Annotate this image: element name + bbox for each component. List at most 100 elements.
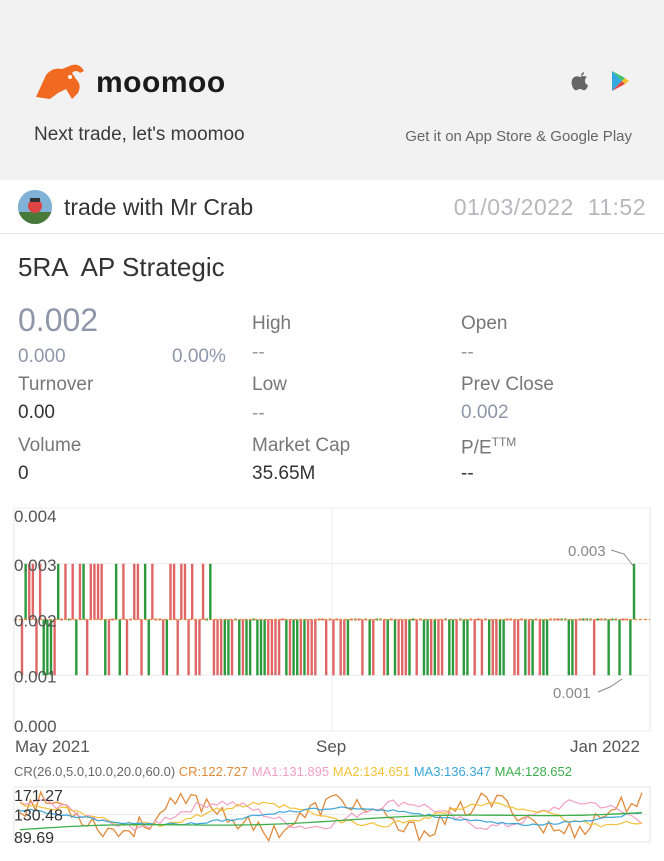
candle (592, 619, 596, 676)
stock-title[interactable]: 5RA AP Strategic (18, 252, 225, 283)
candle (567, 619, 571, 676)
candle (372, 619, 375, 676)
candle (209, 563, 212, 620)
candle (227, 619, 230, 676)
candle (473, 619, 476, 676)
candle (274, 619, 277, 676)
candle (426, 619, 429, 676)
open-label: Open (461, 313, 508, 334)
candle (122, 563, 125, 620)
y-tick-label: 0.004 (14, 507, 57, 526)
candle (230, 619, 234, 676)
candle (104, 619, 107, 676)
store-text[interactable]: Get it on App Store & Google Play (405, 128, 632, 145)
logo-text: moomoo (96, 66, 226, 99)
chart-area[interactable]: 0.004 0.003 0.002 0.001 0.000 May 2021 Sep Jan … (0, 505, 664, 861)
candle (618, 619, 621, 676)
candle (223, 619, 226, 676)
candle (314, 619, 317, 676)
price-chart[interactable]: 0.004 0.003 0.002 0.001 0.000May 2021 Sep Jan … (0, 505, 664, 861)
candle (259, 619, 263, 676)
candle (448, 619, 451, 676)
candle (502, 619, 505, 676)
legend-ma1: MA1:131.895 (252, 764, 333, 779)
candle (288, 619, 292, 676)
author-name[interactable]: trade with Mr Crab (64, 194, 253, 221)
high-value: -- (252, 342, 265, 363)
candle (632, 563, 636, 620)
high-label: High (252, 313, 292, 334)
indicator-y-tick: 130.48 (14, 808, 63, 825)
candle (263, 619, 266, 676)
y-tick-label: 0.002 (14, 612, 57, 631)
open-value: -- (461, 342, 474, 363)
candle (440, 619, 444, 676)
app-promo-banner[interactable]: moomoo Next trade, let's moomoo Get it o… (0, 0, 664, 180)
candle (256, 619, 259, 676)
low-label: Low (252, 374, 287, 395)
candle (339, 619, 342, 676)
candle (292, 619, 295, 676)
turnover-value: 0.00 (18, 402, 55, 423)
max-price-label: 0.003 (568, 543, 606, 560)
candle (324, 619, 328, 676)
candle (241, 619, 245, 676)
candle (415, 619, 418, 676)
indicator-legend: CR(26.0,5.0,10.0,20.0,60.0) CR:122.727 M… (14, 764, 572, 779)
candle (433, 619, 437, 676)
candle (285, 619, 288, 676)
pe-label: P/ETTM (461, 435, 516, 459)
candle (571, 619, 574, 676)
candle (136, 563, 140, 620)
prev-close-label: Prev Close (461, 374, 554, 395)
indicator-name: CR(26.0,5.0,10.0,20.0,60.0) (14, 764, 179, 779)
candle (422, 619, 426, 676)
candle (212, 619, 216, 676)
candle (498, 619, 502, 676)
candle (277, 619, 281, 676)
pe-label-text: P/E (461, 437, 492, 459)
candle (118, 619, 121, 676)
candle (513, 619, 516, 676)
candle (542, 619, 545, 676)
legend-cr: CR:122.727 (179, 764, 252, 779)
pe-value: -- (461, 463, 474, 484)
apple-icon[interactable] (570, 70, 590, 92)
candle (270, 619, 274, 676)
candle (82, 563, 85, 620)
min-price-label: 0.001 (553, 685, 591, 702)
candle (85, 619, 89, 676)
candle (143, 563, 147, 620)
avatar[interactable] (18, 190, 52, 224)
candle (162, 619, 165, 676)
google-play-icon[interactable] (610, 70, 630, 92)
candle (386, 619, 389, 676)
candle (201, 563, 205, 620)
candle (516, 619, 520, 676)
moomoo-logo: moomoo (32, 62, 226, 104)
market-cap-value: 35.65M (252, 463, 316, 484)
store-icons (570, 70, 630, 92)
candle (75, 619, 78, 676)
candle (303, 619, 306, 676)
candle (480, 619, 484, 676)
candle (527, 619, 531, 676)
candle (629, 619, 632, 676)
legend-ma3: MA3:136.347 (414, 764, 495, 779)
candle (180, 563, 183, 620)
candle (183, 563, 187, 620)
candle (393, 619, 397, 676)
candle (397, 619, 400, 676)
candle (133, 563, 136, 620)
x-tick-label: Jan 2022 (570, 737, 640, 756)
candle (437, 619, 440, 676)
candle (176, 619, 179, 676)
stock-code: 5RA (18, 252, 69, 282)
candle (491, 619, 494, 676)
candle (172, 563, 176, 620)
legend-ma2: MA2:134.651 (333, 764, 414, 779)
candle (361, 619, 364, 676)
candle (343, 619, 346, 676)
candle (267, 619, 270, 676)
volume-value: 0 (18, 463, 29, 484)
